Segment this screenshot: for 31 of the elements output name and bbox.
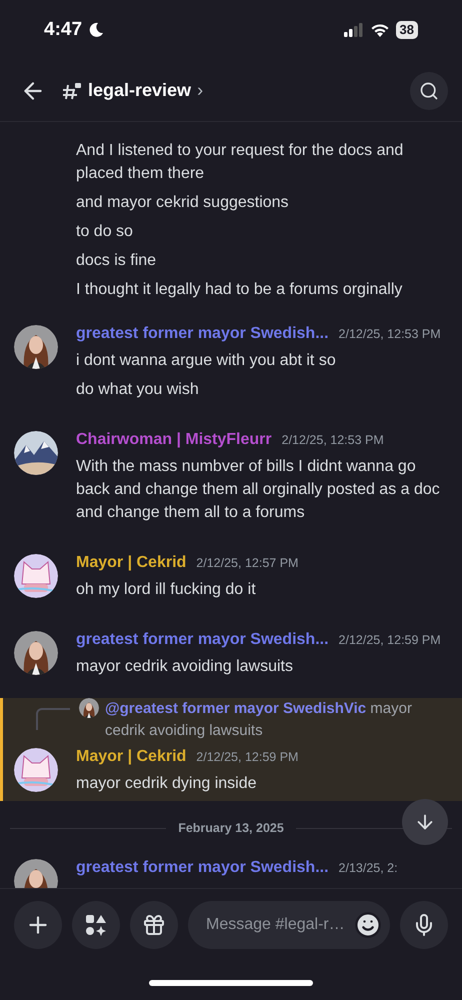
message-input[interactable]: Message #legal-r… [204, 914, 348, 934]
message-text: I thought it legally had to be a forums orginally [76, 280, 404, 300]
message-text: oh my lord ill fucking do it [76, 580, 257, 600]
message-text: to do so [76, 222, 134, 242]
author-name[interactable]: Mayor | Cekrid [76, 554, 186, 572]
message-text: and mayor cekrid suggestions [76, 193, 290, 213]
author-name[interactable]: greatest former mayor Swedish... [76, 631, 329, 649]
timestamp: 2/13/25, 2: [338, 861, 398, 875]
chevron[interactable]: › [197, 80, 204, 101]
message-text: i dont wanna argue with you abt it so [76, 351, 337, 371]
message-text: mayor cedrik avoiding lawsuits [76, 657, 294, 677]
author-name[interactable]: greatest former mayor Swedish... [76, 325, 329, 343]
battery-level: 38 [396, 21, 418, 39]
message-text: mayor cedrik dying inside [76, 774, 258, 794]
timestamp: 2/12/25, 12:59 PM [338, 633, 441, 647]
message-text: And I listened to your request for the docs and placed them there [76, 141, 404, 184]
message-text: docs is fine [76, 251, 158, 271]
message-text: do what you wish [76, 380, 200, 400]
date-divider: February 13, 2025 [178, 821, 284, 835]
clock: 4:47 [44, 19, 82, 41]
timestamp: 2/12/25, 12:59 PM [196, 750, 298, 764]
message-text: With the mass numbver of bills I didnt wanna go back and change them all orginally posted as a doc and change them all to a forums [76, 457, 441, 523]
timestamp: 2/12/25, 12:57 PM [196, 556, 298, 570]
reply-preview[interactable]: @greatest former mayor SwedishVic mayor cedrik avoiding lawsuits [105, 698, 448, 742]
author-name[interactable]: Mayor | Cekrid [76, 748, 186, 766]
message-field[interactable]: Message #legal-r… [188, 900, 390, 948]
timestamp: 2/12/25, 12:53 PM [338, 327, 441, 341]
channel-name[interactable]: legal-review [88, 80, 192, 101]
author-name[interactable]: greatest former mayor Swedish... [76, 859, 329, 877]
timestamp: 2/12/25, 12:53 PM [282, 433, 384, 447]
author-name[interactable]: Chairwoman | MistyFleurr [76, 431, 272, 449]
